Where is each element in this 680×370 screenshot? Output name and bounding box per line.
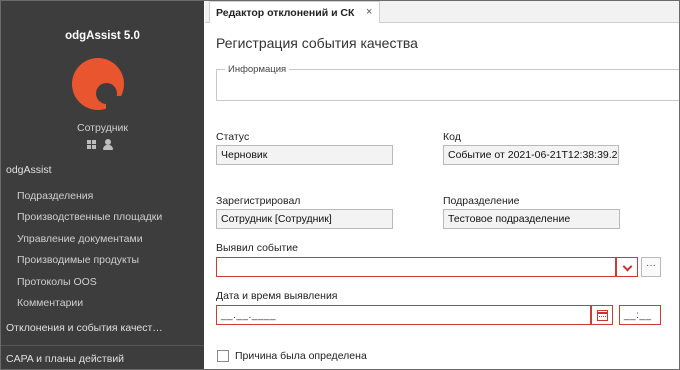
registered-by-field[interactable]: Сотрудник [Сотрудник] — [216, 209, 393, 229]
app-title: odgAssist 5.0 — [65, 30, 140, 42]
chevron-down-icon — [622, 261, 633, 272]
close-icon[interactable]: × — [366, 6, 372, 18]
sidebar-item-departments[interactable]: Подразделения — [17, 190, 93, 202]
page-title: Регистрация события качества — [216, 35, 418, 51]
tab-deviation-editor[interactable]: Редактор отклонений и СК × — [209, 1, 380, 23]
detection-date-input[interactable]: __.__.____ — [216, 305, 591, 325]
sidebar: odgAssist 5.0 Сотрудник odgAssist Подраз… — [1, 1, 204, 369]
sidebar-section-deviations[interactable]: Отклонения и события качест… — [6, 322, 163, 334]
date-mask: __.__.____ — [221, 310, 277, 321]
detected-by-dropdown-button[interactable] — [616, 257, 638, 277]
department-field[interactable]: Тестовое подразделение — [443, 209, 620, 229]
detected-by-label: Выявил событие — [216, 242, 299, 254]
detection-datetime-label: Дата и время выявления — [216, 290, 338, 302]
user-role: Сотрудник — [76, 122, 128, 134]
sidebar-item-document-management[interactable]: Управление документами — [17, 233, 143, 245]
reason-determined-label: Причина была определена — [235, 350, 367, 362]
tab-bar: Редактор отклонений и СК × — [205, 1, 679, 23]
role-icons — [87, 139, 117, 151]
sidebar-section-capa[interactable]: CAPA и планы действий — [6, 353, 124, 365]
sidebar-item-comments[interactable]: Комментарии — [17, 297, 83, 309]
tab-label: Редактор отклонений и СК — [216, 7, 355, 19]
department-label: Подразделение — [443, 195, 520, 207]
sidebar-item-oos-protocols[interactable]: Протоколы OOS — [17, 276, 97, 288]
sidebar-section-odgassist[interactable]: odgAssist — [6, 164, 52, 176]
sidebar-item-production-sites[interactable]: Производственные площадки — [17, 211, 162, 223]
code-field[interactable]: Событие от 2021-06-21T12:38:39.2 — [443, 145, 619, 165]
status-field[interactable]: Черновик — [216, 145, 393, 165]
info-fieldset: Информация — [216, 64, 679, 101]
detection-time-input[interactable]: __:__ — [619, 305, 661, 325]
reason-determined-checkbox[interactable] — [217, 350, 229, 362]
user-icon[interactable] — [103, 139, 113, 151]
sidebar-divider — [1, 345, 204, 346]
status-label: Статус — [216, 131, 250, 143]
registered-by-label: Зарегистрировал — [216, 195, 301, 207]
detected-by-input[interactable] — [216, 257, 616, 277]
sidebar-item-products[interactable]: Производимые продукты — [17, 254, 139, 266]
detected-by-more-button[interactable]: ··· — [641, 257, 661, 277]
time-mask: __:__ — [624, 310, 652, 321]
calendar-button[interactable] — [591, 305, 613, 325]
code-label: Код — [443, 131, 461, 143]
app-window: odgAssist 5.0 Сотрудник odgAssist Подраз… — [0, 0, 680, 370]
grid-icon[interactable] — [87, 140, 97, 150]
calendar-icon — [597, 310, 608, 321]
app-logo — [72, 58, 126, 112]
main-content: Редактор отклонений и СК × Регистрация с… — [205, 1, 679, 369]
info-legend: Информация — [225, 64, 290, 75]
